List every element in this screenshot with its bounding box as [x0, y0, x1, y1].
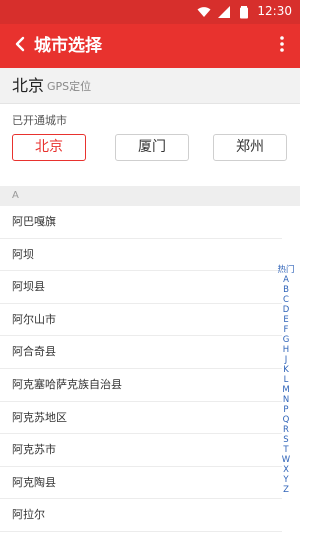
status-bar: 12:30: [0, 0, 300, 24]
city-list-item[interactable]: 阿克陶县: [0, 467, 282, 500]
city-list-item[interactable]: 阿克苏市: [0, 434, 282, 467]
city-list-item[interactable]: 阿巴嘎旗: [0, 206, 282, 239]
city-list-item[interactable]: 阿坝: [0, 239, 282, 272]
city-list-item[interactable]: 阿合奇县: [0, 336, 282, 369]
city-name: 阿巴嘎旗: [12, 215, 56, 228]
city-name: 阿克苏地区: [12, 410, 67, 424]
city-name: 阿克陶县: [12, 475, 56, 489]
app-bar: 城市选择: [0, 24, 300, 68]
index-item-w[interactable]: W: [282, 455, 290, 465]
index-item-m[interactable]: M: [282, 385, 289, 395]
index-item-hot[interactable]: 热门: [277, 265, 294, 275]
city-list-item[interactable]: 阿克塞哈萨克族自治县: [0, 369, 282, 402]
city-name: 阿拉尔: [12, 508, 45, 522]
section-header: A: [0, 186, 300, 206]
index-item-x[interactable]: X: [283, 465, 289, 475]
back-button[interactable]: [6, 32, 34, 60]
chevron-left-icon: [13, 36, 27, 56]
index-item-k[interactable]: K: [283, 365, 289, 375]
index-item-a[interactable]: A: [283, 275, 289, 285]
city-name: 阿尔山市: [12, 312, 56, 326]
index-item-g[interactable]: G: [283, 335, 290, 345]
index-item-c[interactable]: C: [283, 295, 289, 305]
index-item-e[interactable]: E: [283, 315, 288, 325]
index-item-b[interactable]: B: [283, 285, 289, 295]
open-city-button-zhengzhou[interactable]: 郑州: [213, 134, 287, 161]
city-name: 阿坝: [12, 247, 34, 261]
index-item-t[interactable]: T: [283, 445, 288, 455]
index-item-q[interactable]: Q: [283, 415, 290, 425]
index-item-r[interactable]: R: [283, 425, 289, 435]
index-item-j[interactable]: J: [285, 355, 288, 365]
city-name: 阿坝县: [12, 280, 45, 294]
open-city-button-xiamen[interactable]: 厦门: [115, 134, 189, 161]
open-cities-label: 已开通城市: [12, 114, 67, 127]
more-vertical-icon: [280, 36, 284, 56]
city-list: 阿巴嘎旗 阿坝 阿坝县 阿尔山市 阿合奇县 阿克塞哈萨克族自治县 阿克苏地区 阿…: [0, 206, 282, 532]
current-city: 北京: [12, 76, 45, 95]
open-city-button-beijing[interactable]: 北京: [12, 134, 86, 161]
city-list-item[interactable]: 阿坝县: [0, 271, 282, 304]
city-name: 阿克苏市: [12, 443, 56, 457]
index-item-y[interactable]: Y: [283, 475, 288, 485]
city-list-item[interactable]: 阿尔山市: [0, 304, 282, 337]
index-item-p[interactable]: P: [283, 405, 288, 415]
index-item-f[interactable]: F: [284, 325, 289, 335]
index-item-h[interactable]: H: [283, 345, 289, 355]
city-list-item[interactable]: 阿拉尔: [0, 499, 282, 532]
index-item-z[interactable]: Z: [283, 485, 289, 495]
battery-icon: [237, 4, 251, 19]
page-title: 城市选择: [34, 36, 102, 56]
current-location-bar[interactable]: 北京 GPS定位: [0, 68, 300, 104]
status-time: 12:30: [257, 4, 292, 18]
index-item-d[interactable]: D: [283, 305, 290, 315]
city-name: 阿克塞哈萨克族自治县: [12, 377, 122, 391]
more-options-button[interactable]: [270, 32, 294, 60]
signal-icon: [217, 4, 231, 18]
city-name: 阿合奇县: [12, 345, 56, 359]
index-item-n[interactable]: N: [283, 395, 289, 405]
gps-label: GPS定位: [47, 80, 92, 93]
index-item-l[interactable]: L: [284, 375, 289, 385]
index-item-s[interactable]: S: [283, 435, 288, 445]
status-icons: 12:30: [197, 4, 292, 19]
section-letter: A: [12, 190, 19, 201]
wifi-icon: [197, 4, 211, 18]
alphabet-index-bar[interactable]: 热门 A B C D E F G H J K L M N P Q R S T W…: [276, 265, 296, 495]
city-list-item[interactable]: 阿克苏地区: [0, 402, 282, 435]
